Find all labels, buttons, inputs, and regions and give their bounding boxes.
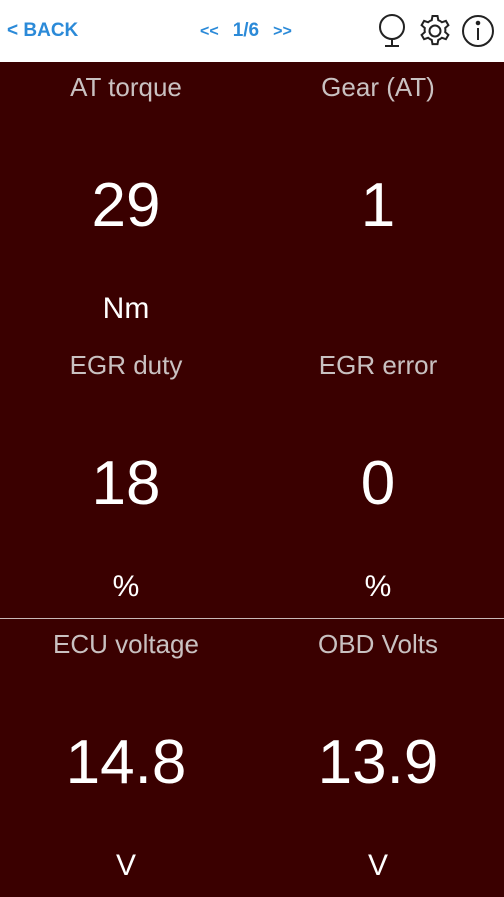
gauge-row: AT torque 29 Nm Gear (AT) 1 (0, 62, 504, 340)
gauge-label: OBD Volts (318, 629, 438, 659)
gauge-label: AT torque (70, 72, 182, 102)
gauge-unit: % (112, 570, 140, 603)
gauge-unit: V (367, 849, 388, 882)
gauge-unit: Nm (102, 292, 150, 325)
gauge-row: ECU voltage 14.8 V OBD Volts 13.9 V (0, 618, 504, 896)
gauge-egr-error[interactable]: EGR error 0 % (252, 340, 504, 618)
gauge-label: EGR error (318, 350, 438, 380)
top-bar: < BACK << 1/6 >> (0, 0, 504, 62)
gauge-value: 14.8 (65, 728, 187, 797)
gauge-egr-duty[interactable]: EGR duty 18 % (0, 340, 252, 618)
gauge-value: 29 (91, 171, 161, 240)
gauge-label: Gear (AT) (321, 72, 435, 102)
mirror-icon[interactable] (374, 12, 410, 50)
gauge-at-torque[interactable]: AT torque 29 Nm (0, 62, 252, 340)
gauge-grid: AT torque 29 Nm Gear (AT) 1 EGR duty 18 … (0, 62, 504, 896)
gauge-label: ECU voltage (53, 629, 199, 659)
back-button[interactable]: < BACK (7, 20, 78, 42)
gauge-unit: V (115, 849, 136, 882)
gauge-obd-volts[interactable]: OBD Volts 13.9 V (252, 619, 504, 897)
gauge-row: EGR duty 18 % EGR error 0 % (0, 340, 504, 618)
gauge-unit: % (364, 570, 392, 603)
gear-icon[interactable] (417, 12, 453, 50)
gauge-value: 0 (360, 449, 396, 518)
gauge-label: EGR duty (69, 350, 183, 380)
gauge-value: 13.9 (317, 728, 439, 797)
page-indicator: 1/6 (232, 20, 260, 41)
info-icon[interactable] (460, 12, 496, 50)
next-page-button[interactable]: >> (273, 23, 292, 40)
pager: << 1/6 >> (200, 20, 292, 42)
gauge-value: 1 (360, 171, 396, 240)
previous-page-button[interactable]: << (200, 23, 219, 40)
gauge-ecu-voltage[interactable]: ECU voltage 14.8 V (0, 619, 252, 897)
gauge-value: 18 (91, 449, 161, 518)
gauge-gear-at[interactable]: Gear (AT) 1 (252, 62, 504, 340)
